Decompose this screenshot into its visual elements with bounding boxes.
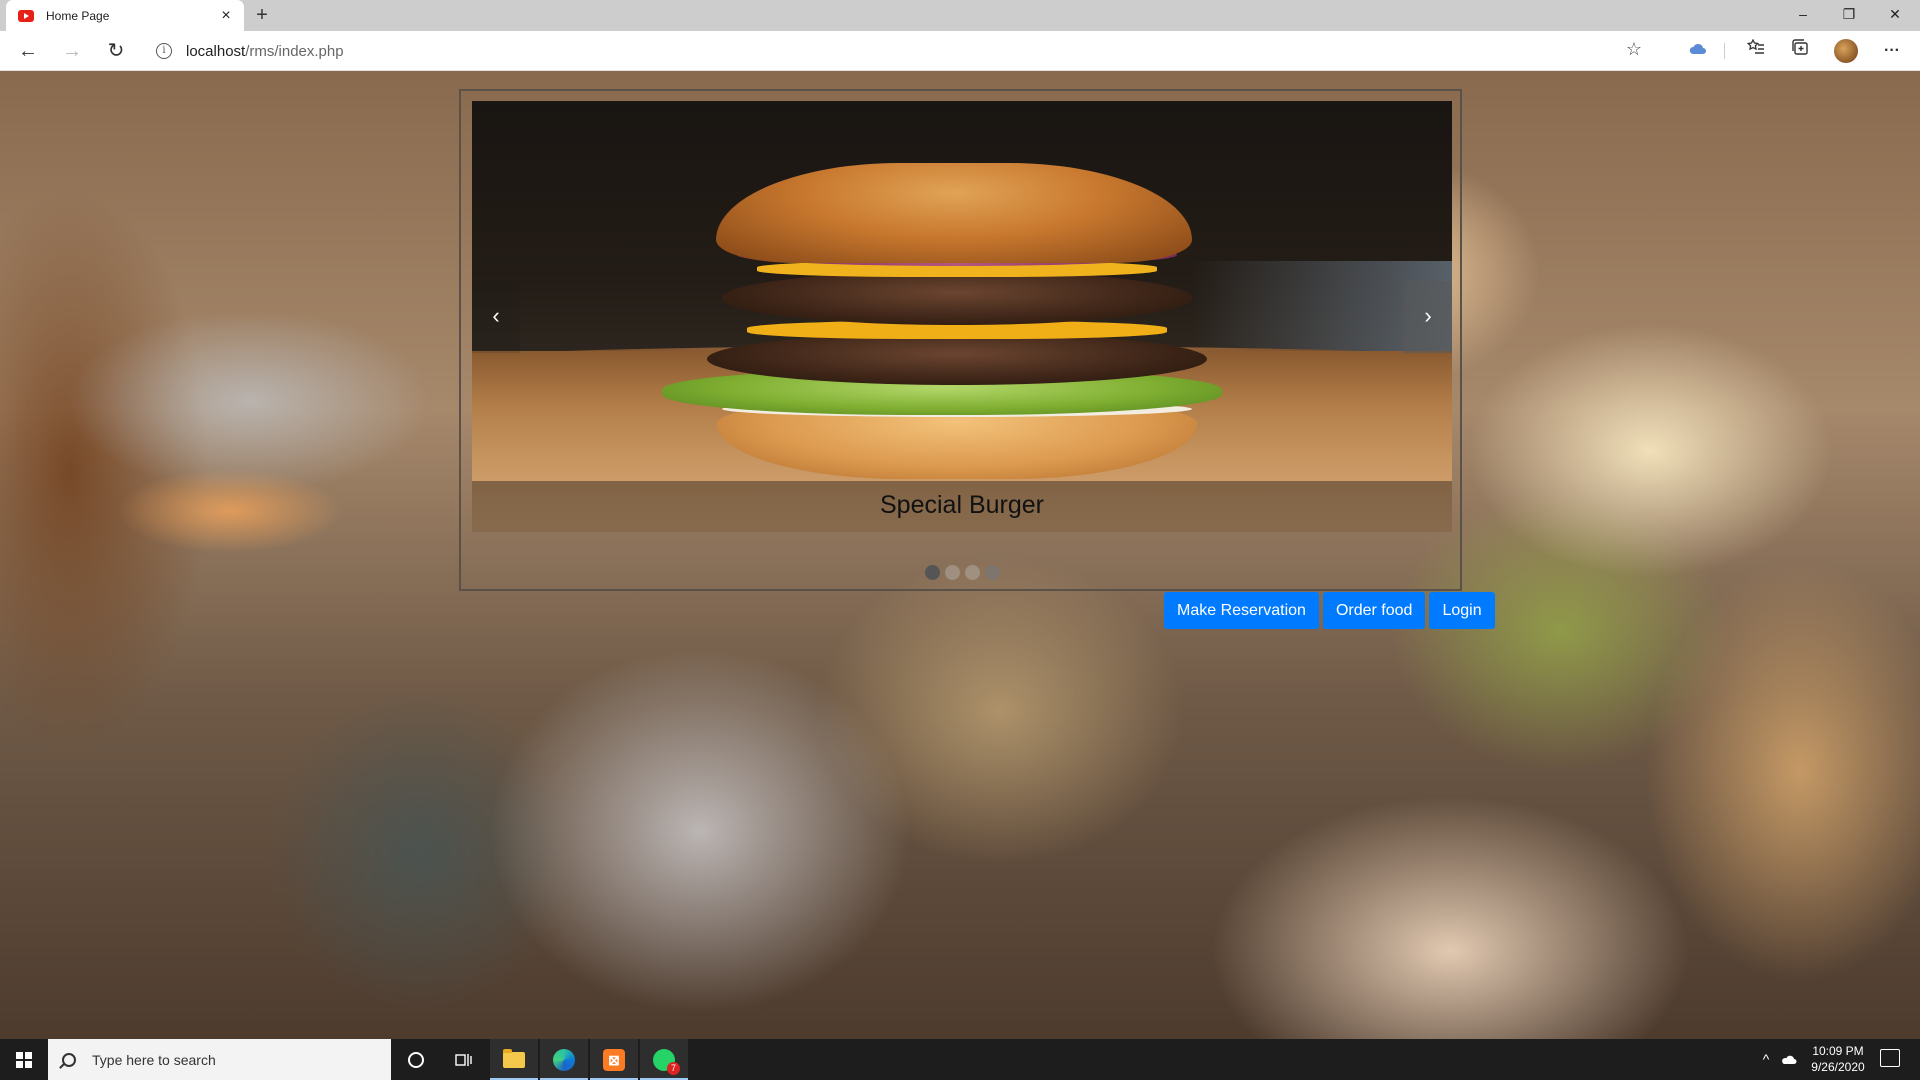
- system-clock[interactable]: 10:09 PM 9/26/2020: [1800, 1043, 1876, 1075]
- browser-tab-bar: Home Page × + – ❐ ✕: [0, 0, 1920, 31]
- carousel-indicators: [461, 565, 1464, 580]
- forward-button[interactable]: →: [58, 37, 86, 65]
- more-menu-icon[interactable]: ···: [1880, 39, 1904, 63]
- start-button[interactable]: [0, 1039, 48, 1080]
- clock-time: 10:09 PM: [1812, 1044, 1864, 1058]
- carousel-slide: Special Burger ‹ ›: [472, 101, 1452, 532]
- show-hidden-icons-button[interactable]: ^: [1756, 1039, 1776, 1080]
- make-reservation-button[interactable]: Make Reservation: [1164, 592, 1319, 629]
- taskbar: Type here to search ⊠ 7 ^ 10:09 PM 9/26/…: [0, 1039, 1920, 1080]
- toolbar-divider: [1724, 43, 1725, 59]
- carousel-indicator-2[interactable]: [945, 565, 960, 580]
- notification-badge: 7: [667, 1062, 680, 1076]
- address-bar: ← → ↻ i localhost/rms/index.php ☆ ···: [0, 31, 1920, 71]
- folder-icon: [503, 1049, 525, 1069]
- clock-date: 9/26/2020: [1811, 1060, 1865, 1074]
- carousel-indicator-1[interactable]: [925, 565, 940, 580]
- new-tab-button[interactable]: +: [250, 4, 274, 28]
- cortana-button[interactable]: [392, 1039, 440, 1080]
- close-tab-icon[interactable]: ×: [218, 7, 234, 25]
- search-placeholder: Type here to search: [92, 1051, 216, 1068]
- carousel-indicator-4[interactable]: [985, 565, 1000, 580]
- profile-avatar[interactable]: [1834, 39, 1858, 63]
- windows-logo-icon: [16, 1052, 32, 1068]
- search-icon: [62, 1052, 76, 1067]
- order-food-button[interactable]: Order food: [1322, 592, 1426, 629]
- url-text: localhost/rms/index.php: [186, 42, 344, 60]
- site-info-icon[interactable]: i: [156, 43, 172, 59]
- favorites-icon[interactable]: [1744, 38, 1768, 63]
- close-window-button[interactable]: ✕: [1872, 0, 1918, 31]
- action-buttons: Make Reservation Order food Login: [1164, 592, 1495, 629]
- file-explorer-button[interactable]: [490, 1039, 538, 1080]
- slide-caption: Special Burger: [472, 481, 1452, 532]
- carousel-prev-button[interactable]: ‹: [472, 281, 520, 353]
- edge-browser-button[interactable]: [540, 1039, 588, 1080]
- task-view-icon: [455, 1054, 472, 1067]
- xampp-icon: ⊠: [603, 1049, 625, 1072]
- page-background: Special Burger ‹ › Make Reservation Orde…: [0, 71, 1920, 1039]
- login-button[interactable]: Login: [1429, 592, 1495, 629]
- youtube-favicon-icon: [18, 9, 34, 22]
- restore-button[interactable]: ❐: [1826, 0, 1872, 31]
- browser-tab[interactable]: Home Page ×: [6, 0, 244, 31]
- carousel-next-button[interactable]: ›: [1404, 281, 1452, 353]
- action-center-icon[interactable]: [1880, 1049, 1900, 1067]
- xampp-button[interactable]: ⊠: [590, 1039, 638, 1080]
- carousel-indicator-3[interactable]: [965, 565, 980, 580]
- url-field[interactable]: i localhost/rms/index.php ☆: [144, 35, 1652, 67]
- chevron-right-icon: ›: [1424, 303, 1432, 328]
- favorite-star-icon[interactable]: ☆: [1626, 39, 1642, 60]
- refresh-button[interactable]: ↻: [102, 37, 130, 65]
- taskbar-search-box[interactable]: Type here to search: [48, 1039, 391, 1080]
- minimize-button[interactable]: –: [1780, 0, 1826, 31]
- onedrive-tray-icon[interactable]: [1778, 1039, 1800, 1080]
- cortana-icon: [408, 1052, 424, 1069]
- cloud-extension-icon[interactable]: [1686, 39, 1710, 63]
- carousel: Special Burger ‹ ›: [459, 89, 1462, 591]
- tab-title: Home Page: [46, 8, 110, 23]
- chevron-left-icon: ‹: [492, 303, 500, 328]
- collections-icon[interactable]: [1788, 39, 1812, 63]
- task-view-button[interactable]: [440, 1039, 488, 1080]
- edge-icon: [553, 1049, 575, 1072]
- whatsapp-button[interactable]: 7: [640, 1039, 688, 1080]
- whatsapp-icon: 7: [653, 1049, 680, 1076]
- back-button[interactable]: ←: [14, 37, 42, 65]
